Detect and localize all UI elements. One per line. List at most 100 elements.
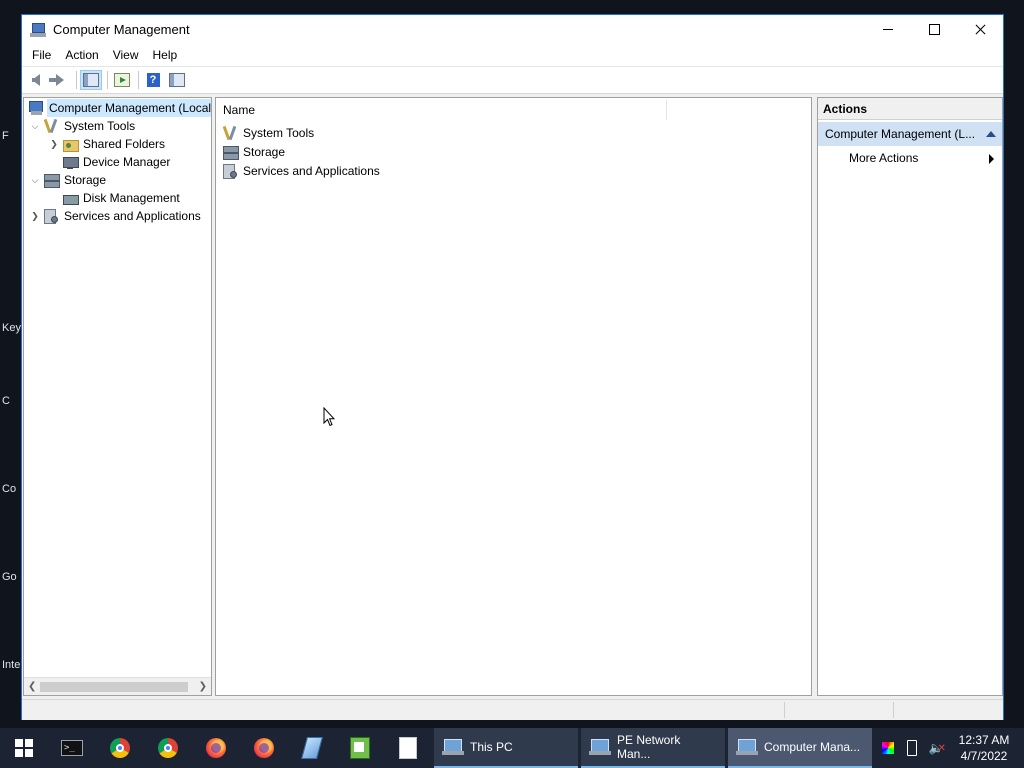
show-hide-action-pane-button[interactable] [166, 70, 188, 90]
tray-usb-button[interactable] [900, 728, 924, 768]
tree-item-label: Shared Folders [83, 137, 166, 151]
taskbar-firefox-button-2[interactable] [240, 728, 288, 768]
list-header: Name [216, 98, 811, 122]
storage-icon [43, 172, 60, 188]
forward-button[interactable] [49, 70, 71, 90]
tree-horizontal-scrollbar[interactable]: ❮ ❯ [24, 677, 211, 695]
console-tree-pane[interactable]: Computer Management (Local ⌵ System Tool… [23, 97, 212, 696]
list-item-storage[interactable]: Storage [222, 143, 287, 161]
taskbar-app-this-pc[interactable]: This PC [434, 728, 578, 768]
storage-icon [222, 144, 239, 160]
submenu-arrow-icon [989, 154, 994, 164]
menu-view[interactable]: View [106, 44, 146, 66]
taskbar-clock[interactable]: 12:37 AM 4/7/2022 [954, 732, 1014, 764]
volume-muted-icon: 🔈 ✕ [928, 741, 946, 755]
document-icon [399, 737, 417, 759]
start-button[interactable] [0, 728, 48, 768]
tree-item-shared-folders[interactable]: ❯ Shared Folders [46, 135, 167, 153]
chrome-icon [158, 738, 178, 758]
mouse-pointer-icon [323, 407, 335, 427]
toolbar-separator [107, 71, 108, 89]
taskbar-pen-tool-button[interactable] [288, 728, 336, 768]
tree-item-system-tools[interactable]: ⌵ System Tools [27, 117, 137, 135]
computer-management-icon [30, 22, 46, 38]
menu-help[interactable]: Help [146, 44, 185, 66]
expanded-chevron-icon[interactable]: ⌵ [27, 172, 43, 188]
minimize-button[interactable] [865, 15, 911, 44]
taskbar-file-button[interactable] [384, 728, 432, 768]
usb-drive-icon [907, 740, 917, 756]
menu-file[interactable]: File [25, 44, 58, 66]
help-button[interactable]: ? [142, 70, 164, 90]
menu-action[interactable]: Action [58, 44, 105, 66]
scroll-right-icon[interactable]: ❯ [199, 681, 207, 692]
details-pane[interactable]: Name System Tools Storage Services and A… [215, 97, 812, 696]
tree-item-label: Device Manager [83, 155, 171, 169]
taskbar-terminal-button[interactable]: >_ [48, 728, 96, 768]
tree-item-services-and-applications[interactable]: ❯ Services and Applications [27, 207, 203, 225]
status-bar [22, 699, 1003, 720]
this-pc-icon [442, 738, 464, 756]
action-pane-icon [169, 73, 185, 87]
export-list-icon [114, 73, 130, 87]
actions-group-label: Computer Management (L... [825, 127, 976, 141]
tree-item-computer-management[interactable]: Computer Management (Local [28, 99, 212, 117]
taskbar-chrome-button-2[interactable] [144, 728, 192, 768]
menu-bar: File Action View Help [22, 44, 1003, 67]
services-and-applications-icon [222, 163, 238, 179]
close-button[interactable] [957, 15, 1003, 44]
toolbar-separator [76, 71, 77, 89]
tray-volume-button[interactable]: 🔈 ✕ [924, 728, 948, 768]
system-tray: 🔈 ✕ 12:37 AM 4/7/2022 [876, 728, 1014, 768]
clock-date: 4/7/2022 [960, 749, 1008, 763]
firefox-icon [206, 738, 226, 758]
title-bar[interactable]: Computer Management [22, 15, 1003, 44]
collapse-up-icon[interactable] [986, 131, 996, 137]
column-header-name[interactable]: Name [223, 103, 255, 117]
taskbar-notepad-plus-button[interactable] [336, 728, 384, 768]
taskbar-app-pe-network-manager[interactable]: PE Network Man... [581, 728, 725, 768]
collapsed-chevron-icon[interactable]: ❯ [46, 136, 62, 152]
list-item-system-tools[interactable]: System Tools [222, 124, 316, 142]
tree-item-label: Computer Management (Local [47, 99, 212, 117]
system-tools-icon [43, 118, 59, 134]
desktop-label-fragment: C [2, 395, 10, 407]
computer-management-icon [28, 100, 44, 116]
scrollbar-thumb[interactable] [40, 682, 188, 692]
status-divider [893, 702, 894, 718]
show-hide-console-tree-button[interactable] [80, 70, 102, 90]
tree-item-disk-management[interactable]: Disk Management [62, 189, 182, 207]
taskbar: >_ This PC PE Network Man... Computer Ma… [0, 728, 1024, 768]
actions-header: Actions [818, 98, 1002, 120]
more-actions-item[interactable]: More Actions [818, 146, 1002, 170]
notepad-icon [350, 737, 370, 759]
help-icon: ? [146, 73, 160, 87]
taskbar-app-computer-management[interactable]: Computer Mana... [728, 728, 872, 768]
desktop-label-fragment: F [2, 130, 9, 142]
toolbar-separator [138, 71, 139, 89]
desktop-label-fragment: Key [2, 322, 21, 334]
tree-item-label: Disk Management [83, 191, 180, 205]
actions-group-computer-management[interactable]: Computer Management (L... [818, 122, 1002, 146]
export-list-button[interactable] [111, 70, 133, 90]
more-actions-label: More Actions [849, 151, 919, 165]
taskbar-app-label: PE Network Man... [617, 733, 681, 761]
expanded-chevron-icon[interactable]: ⌵ [27, 118, 43, 134]
tree-item-storage[interactable]: ⌵ Storage [27, 171, 108, 189]
tree-item-label: Services and Applications [64, 209, 201, 223]
taskbar-chrome-button[interactable] [96, 728, 144, 768]
back-arrow-icon [32, 74, 40, 86]
window-title: Computer Management [53, 22, 190, 37]
tree-item-device-manager[interactable]: Device Manager [62, 153, 172, 171]
taskbar-firefox-button[interactable] [192, 728, 240, 768]
collapsed-chevron-icon[interactable]: ❯ [27, 208, 43, 224]
maximize-button[interactable] [911, 15, 957, 44]
desktop-label-fragment: Inte [2, 659, 21, 671]
windows-logo-icon [15, 739, 33, 757]
tray-color-button[interactable] [876, 728, 900, 768]
computer-management-window: Computer Management File Action View Hel… [21, 14, 1004, 720]
list-item-services-and-applications[interactable]: Services and Applications [222, 162, 382, 180]
scroll-left-icon[interactable]: ❮ [28, 681, 36, 692]
back-button[interactable] [25, 70, 47, 90]
column-divider[interactable] [666, 100, 667, 120]
